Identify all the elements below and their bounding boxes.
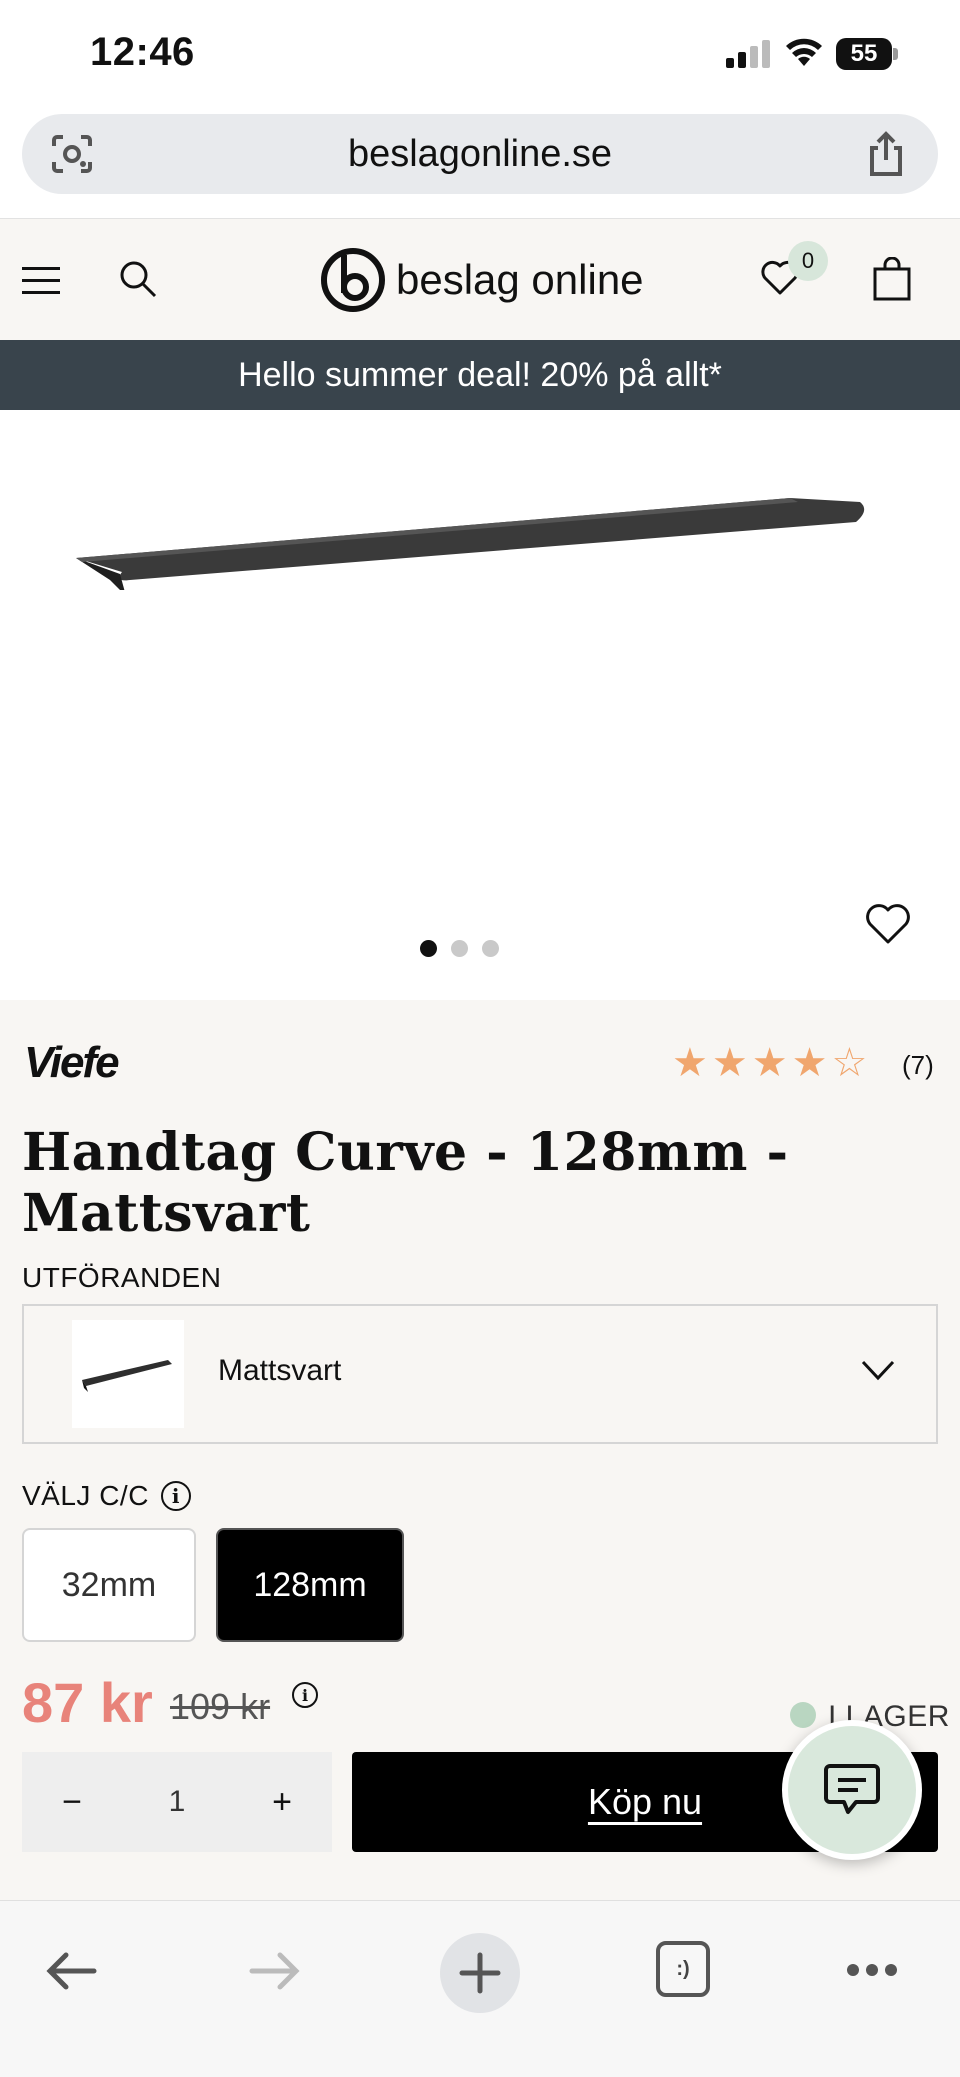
original-price: 109 kr [170, 1686, 271, 1727]
quantity-value[interactable]: 1 [122, 1752, 232, 1852]
brand-logo[interactable]: Viefe [24, 1038, 120, 1088]
favorite-heart-icon[interactable] [864, 902, 912, 946]
chat-button[interactable] [782, 1720, 922, 1860]
price-info-icon[interactable]: i [292, 1682, 318, 1708]
variant-select[interactable]: Mattsvart [22, 1304, 938, 1444]
gallery-dot[interactable] [482, 940, 499, 957]
buy-now-label: Köp nu [587, 1781, 703, 1822]
chat-bubble-icon [824, 1764, 880, 1814]
new-tab-button[interactable] [440, 1933, 520, 2013]
forward-arrow-icon[interactable] [248, 1949, 302, 1993]
logo-mark-icon [321, 248, 385, 312]
back-arrow-icon[interactable] [44, 1949, 98, 1993]
rating-stars[interactable]: ★ ★ ★ ★ ☆ [672, 1040, 867, 1086]
variant-thumbnail [72, 1320, 184, 1428]
variant-value: Mattsvart [218, 1354, 342, 1387]
star-filled-icon: ★ [791, 1041, 828, 1085]
share-icon[interactable] [864, 130, 908, 178]
site-logo[interactable]: beslag online [320, 245, 644, 315]
product-image [76, 498, 865, 590]
promo-banner[interactable]: Hello summer deal! 20% på allt* [0, 340, 960, 410]
wishlist-count-badge: 0 [788, 241, 828, 281]
address-bar[interactable]: beslagonline.se [22, 114, 938, 194]
cellular-signal-icon [726, 40, 770, 68]
product-gallery[interactable] [0, 410, 960, 1000]
gallery-dot[interactable] [451, 940, 468, 957]
cc-option-128mm[interactable]: 128mm [216, 1528, 404, 1642]
cc-label-text: VÄLJ C/C [22, 1480, 149, 1511]
gallery-dot[interactable] [420, 940, 437, 957]
cc-label: VÄLJ C/C i [22, 1480, 191, 1512]
star-empty-icon: ☆ [831, 1041, 868, 1085]
info-icon[interactable]: i [160, 1481, 191, 1511]
product-info: Viefe ★ ★ ★ ★ ☆ (7) Handtag Curve - 128m… [0, 1000, 960, 1900]
tab-switcher-icon[interactable]: :) [656, 1941, 710, 1997]
star-filled-icon: ★ [751, 1041, 788, 1085]
increase-quantity-button[interactable]: + [232, 1752, 332, 1852]
more-icon[interactable] [846, 1963, 898, 1977]
decrease-quantity-button[interactable]: − [22, 1752, 122, 1852]
stock-status-dot [790, 1702, 816, 1728]
gallery-pagination[interactable] [420, 940, 499, 957]
variant-label: UTFÖRANDEN [22, 1262, 222, 1293]
search-icon[interactable] [118, 259, 158, 299]
url-text[interactable]: beslagonline.se [22, 114, 938, 194]
status-bar: 12:46 55 [0, 0, 960, 110]
quantity-stepper[interactable]: − 1 + [22, 1752, 332, 1852]
shopping-bag-icon[interactable] [872, 257, 912, 301]
chevron-down-icon [861, 1360, 895, 1381]
star-filled-icon: ★ [711, 1041, 748, 1085]
battery-level: 55 [836, 38, 892, 70]
hamburger-menu-icon[interactable] [22, 265, 60, 295]
review-count[interactable]: (7) [902, 1050, 934, 1081]
product-title: Handtag Curve - 128mm - Mattsvart [22, 1122, 789, 1244]
star-filled-icon: ★ [672, 1041, 708, 1085]
current-price: 87 kr [22, 1671, 153, 1734]
browser-toolbar: :) [0, 1900, 960, 2077]
logo-text: beslag online [396, 256, 644, 303]
battery-icon: 55 [836, 38, 898, 70]
status-time: 12:46 [90, 30, 195, 74]
lens-icon[interactable] [50, 134, 94, 174]
cc-option-32mm[interactable]: 32mm [22, 1528, 196, 1642]
wifi-icon [786, 38, 822, 66]
plus-icon [459, 1952, 501, 1994]
site-header: beslag online 0 [0, 218, 960, 340]
